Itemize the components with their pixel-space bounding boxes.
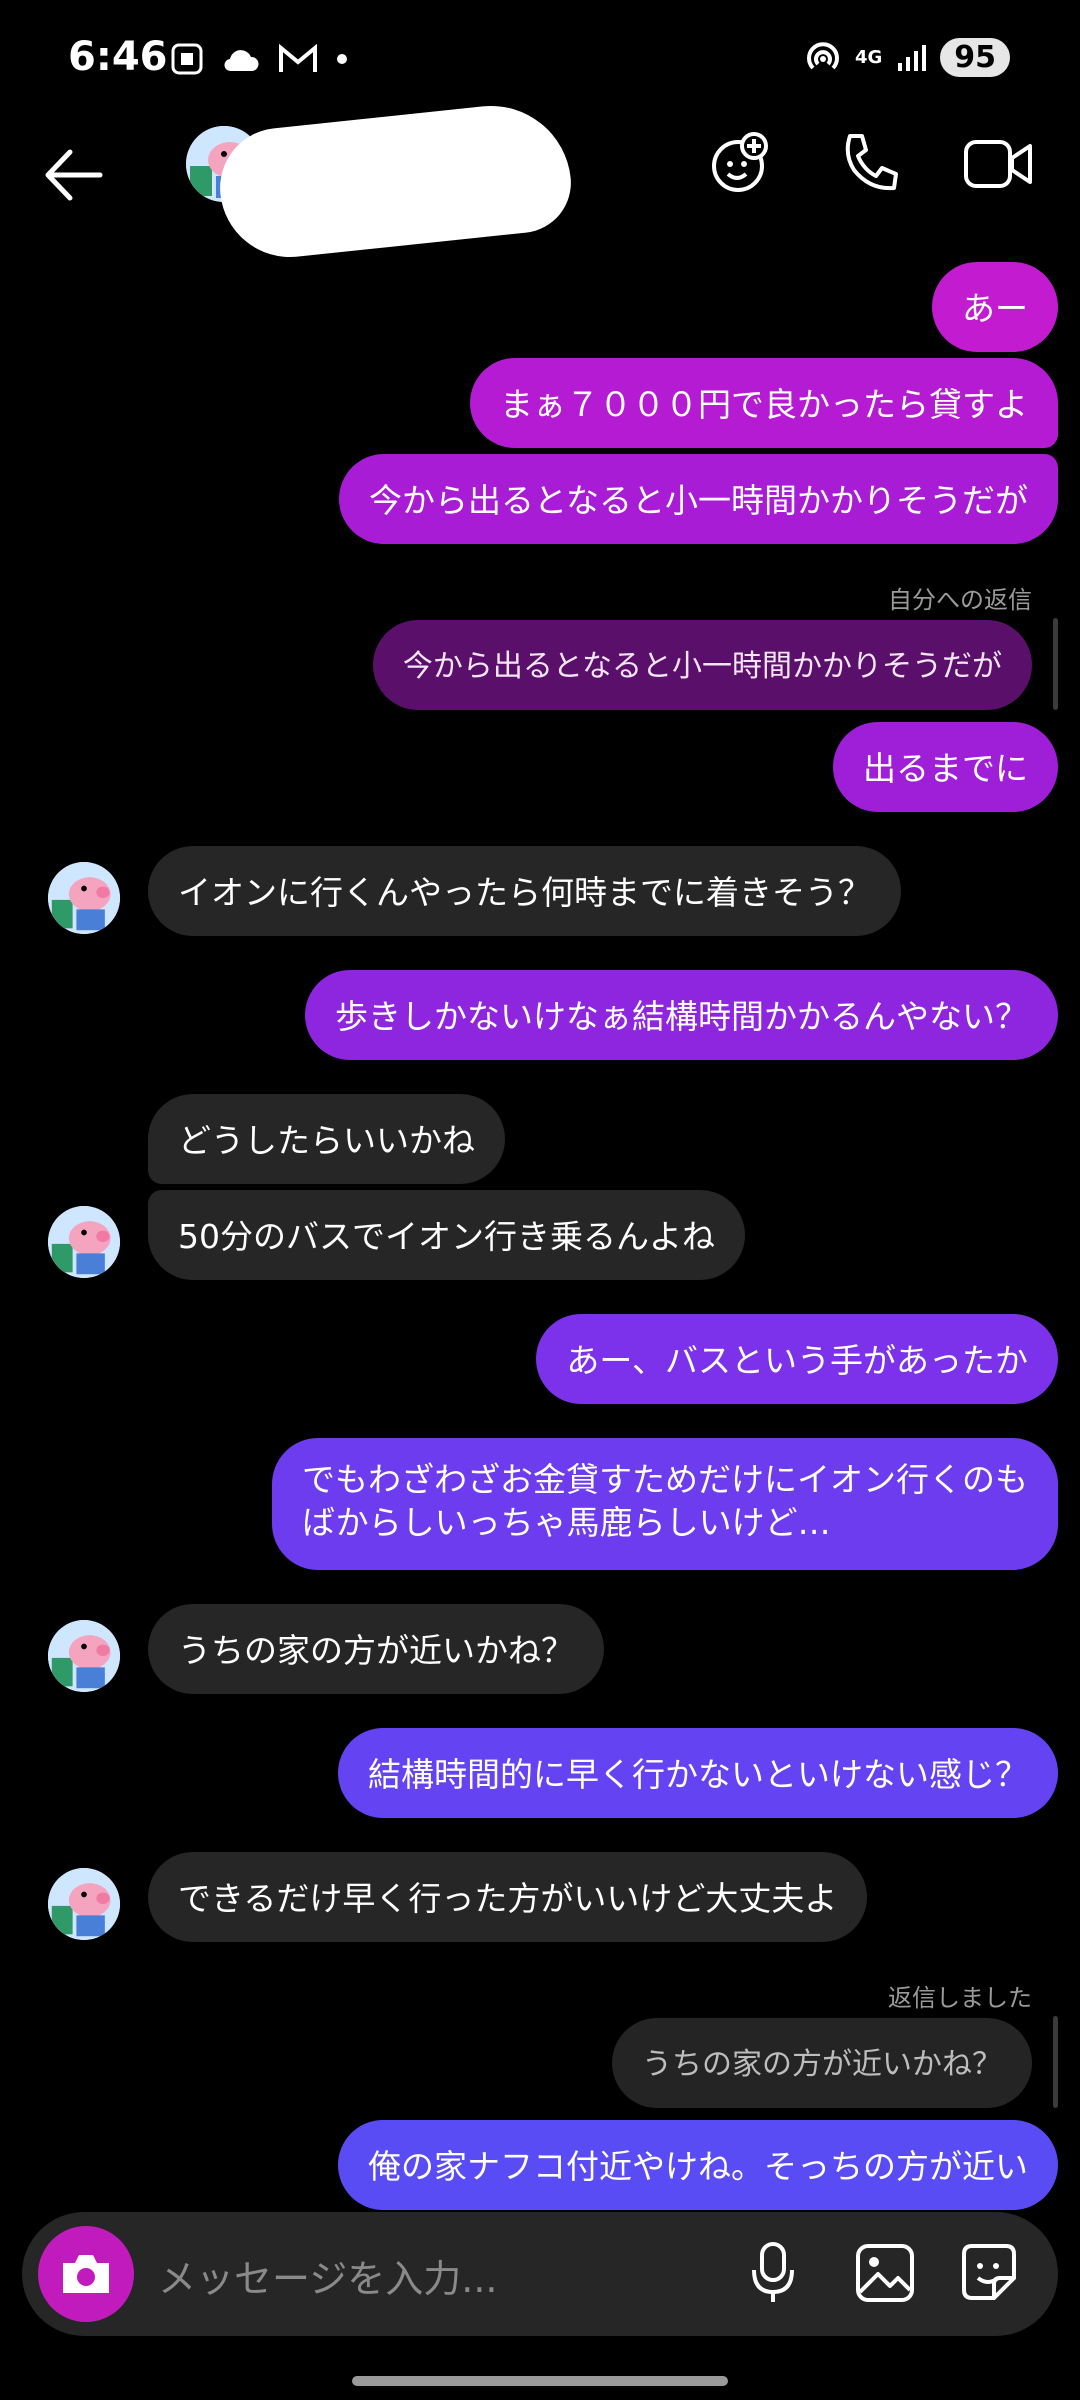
notification-icons (170, 42, 348, 76)
message-received[interactable]: うちの家の方が近いかね？ (148, 1604, 604, 1694)
phone-icon[interactable] (840, 130, 900, 196)
message-sent[interactable]: 今から出るとなると小一時間かかりそうだが (338, 454, 1058, 544)
status-time: 6:46 (68, 34, 168, 80)
message-sent[interactable]: でもわざわざお金貸すためだけにイオン行くのも ばからしいっちゃ馬鹿らしいけど… (272, 1438, 1058, 1570)
reply-label: 自分への返信 (888, 586, 1032, 614)
contact-avatar-small[interactable] (48, 1620, 120, 1692)
pig-avatar-icon (48, 862, 120, 934)
video-camera-icon[interactable] (962, 130, 1034, 196)
dot-icon (337, 54, 347, 64)
chat-header: キ (0, 98, 1080, 264)
replied-message-quote[interactable]: うちの家の方が近いかね？ (612, 2018, 1032, 2108)
camera-button[interactable] (38, 2226, 134, 2322)
add-effect-icon[interactable] (708, 130, 774, 196)
screenshot-icon (171, 43, 203, 75)
message-received[interactable]: 50分のバスでイオン行き乗るんよね (148, 1190, 745, 1280)
redaction-scribble (214, 98, 576, 264)
contact-avatar-small[interactable] (48, 1868, 120, 1940)
message-sent[interactable]: あー、バスという手があったか (536, 1314, 1058, 1404)
cloud-icon (224, 50, 259, 72)
replied-message-quote[interactable]: 今から出るとなると小一時間かかりそうだが (372, 620, 1032, 710)
camera-icon (63, 2255, 109, 2293)
microphone-icon[interactable] (748, 2240, 798, 2306)
pig-avatar-icon (48, 1868, 120, 1940)
reply-indicator-bar (1053, 618, 1058, 710)
battery-level: 95 (940, 38, 1010, 77)
contact-avatar-small[interactable] (48, 862, 120, 934)
message-sent[interactable]: まぁ７０００円で良かったら貸すよ (470, 358, 1058, 448)
reply-indicator-bar (1053, 2016, 1058, 2108)
back-arrow-icon[interactable] (40, 142, 106, 208)
gmail-icon (279, 44, 317, 72)
message-received[interactable]: どうしたらいいかね (148, 1094, 505, 1184)
hotspot-icon (806, 41, 839, 69)
gallery-icon[interactable] (854, 2240, 916, 2306)
message-sent[interactable]: あー (932, 262, 1058, 352)
sticker-icon[interactable] (958, 2240, 1020, 2306)
network-type: 4G (854, 47, 883, 68)
message-composer: メッセージを入力... (22, 2212, 1058, 2336)
message-received[interactable]: できるだけ早く行った方がいいけど大丈夫よ (148, 1852, 868, 1942)
reply-label: 返信しました (888, 1984, 1032, 2012)
message-received[interactable]: イオンに行くんやったら何時までに着きそう？ (148, 846, 901, 936)
pig-avatar-icon (48, 1620, 120, 1692)
message-sent[interactable]: 歩きしかないけなぁ結構時間かかるんやない？ (305, 970, 1058, 1060)
message-input[interactable]: メッセージを入力... (158, 2248, 497, 2303)
status-bar: 6:46 4G 95 (0, 0, 1080, 120)
signal-icon (898, 44, 927, 71)
message-sent[interactable]: 俺の家ナフコ付近やけね。そっちの方が近い (338, 2120, 1058, 2210)
message-sent[interactable]: 結構時間的に早く行かないといけない感じ？ (338, 1728, 1058, 1818)
message-sent[interactable]: 出るまでに (833, 722, 1058, 812)
message-line: ばからしいっちゃ馬鹿らしいけど… (302, 1503, 831, 1542)
message-line: でもわざわざお金貸すためだけにイオン行くのも (302, 1460, 1028, 1499)
pig-avatar-icon (48, 1206, 120, 1278)
home-indicator[interactable] (352, 2376, 728, 2386)
contact-avatar-small[interactable] (48, 1206, 120, 1278)
